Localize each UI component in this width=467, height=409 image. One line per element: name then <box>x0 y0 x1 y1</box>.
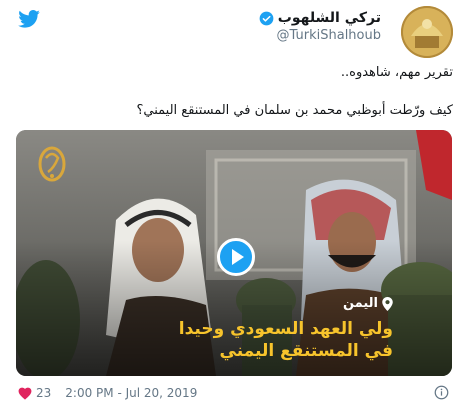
info-icon[interactable] <box>434 385 449 400</box>
play-button[interactable] <box>217 238 255 276</box>
embedded-tweet-card: تركي الشلهوب @TurkiShalhoub تقرير مهم، ش… <box>0 0 467 409</box>
verified-icon <box>259 11 274 25</box>
heart-icon[interactable] <box>18 387 32 400</box>
like-count[interactable]: 23 <box>36 386 51 400</box>
tweet-text-line-2: كيف ورّطت أبوظبي محمد بن سلمان في المستن… <box>136 103 453 118</box>
location-tag: اليمن <box>343 296 393 311</box>
video-caption-line-1: ولي العهد السعودي وحيدا <box>178 319 393 339</box>
user-handle[interactable]: @TurkiShalhoub <box>259 28 381 43</box>
play-icon <box>231 249 244 265</box>
pin-icon <box>382 296 393 311</box>
video-caption-line-2: في المستنقع اليمني <box>219 341 394 361</box>
tweet-timestamp[interactable]: 2:00 PM - Jul 20, 2019 <box>65 386 197 400</box>
location-label: اليمن <box>342 296 378 311</box>
avatar[interactable] <box>401 6 453 58</box>
twitter-logo-icon[interactable] <box>18 10 40 28</box>
tweet-footer: 23 2:00 PM - Jul 20, 2019 <box>18 386 197 400</box>
display-name[interactable]: تركي الشلهوب <box>278 10 381 26</box>
tweet-author[interactable]: تركي الشلهوب @TurkiShalhoub <box>259 10 381 43</box>
tweet-text-line-1: تقرير مهم، شاهدوه.. <box>340 65 453 80</box>
